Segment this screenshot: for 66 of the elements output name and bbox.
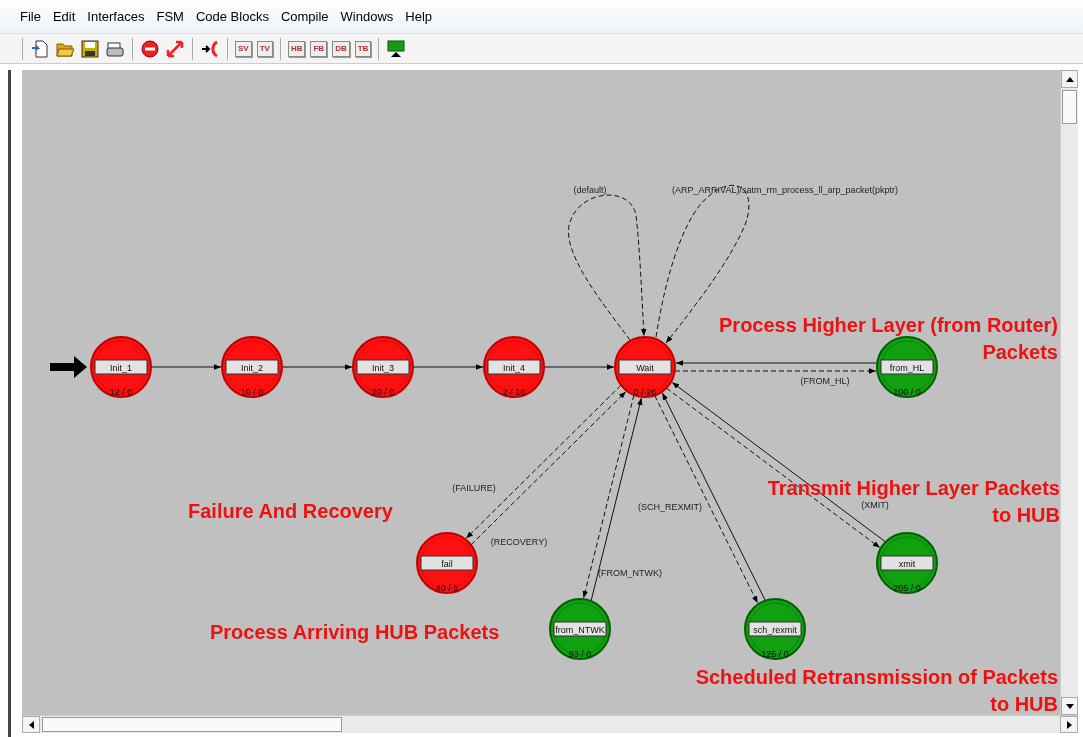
state-label: fail [441, 558, 453, 569]
state-counts: 12 / 0 [109, 387, 133, 397]
state-counts: 125 / 0 [761, 649, 789, 659]
state-counts: 2 / 16 [502, 387, 526, 397]
right-triangle-icon [1066, 720, 1072, 729]
scroll-left-button[interactable] [22, 716, 40, 733]
stop-icon[interactable] [140, 38, 160, 59]
code-block-button[interactable]: SV [235, 40, 252, 57]
menu-item[interactable]: Windows [334, 7, 400, 26]
state-label: Init_3 [372, 362, 394, 373]
code-block-button[interactable]: TV [256, 40, 273, 57]
annotation-text: Failure And Recovery [188, 500, 393, 522]
code-block-button[interactable]: HB [287, 40, 306, 57]
save-icon[interactable] [80, 38, 100, 59]
code-block-button[interactable]: TB [354, 40, 372, 57]
annotation-text: to HUB [990, 693, 1058, 715]
annotation-text: Process Higher Layer (from Router) [719, 314, 1058, 336]
down-triangle-icon [1065, 703, 1074, 709]
state-counts: 100 / 0 [893, 387, 921, 397]
state-label: Init_2 [241, 362, 263, 373]
left-triangle-icon [28, 720, 34, 729]
state-label: Init_1 [110, 362, 132, 373]
menu-item[interactable]: Code Blocks [189, 7, 275, 26]
state-label: xmit [898, 558, 916, 569]
transition-label: (ARP_ARRIVAL)/satm_rm_process_ll_arp_packet(pkptr) [672, 185, 898, 195]
scrollbar-thumb[interactable] [42, 717, 342, 732]
state-counts: 20 / 0 [371, 387, 395, 397]
menu-item[interactable]: Compile [274, 7, 335, 26]
annotation-text: Process Arriving HUB Packets [210, 621, 500, 643]
scrollbar-thumb[interactable] [1062, 90, 1077, 124]
state-counts: 0 / 26 [633, 387, 657, 397]
up-triangle-icon [1065, 76, 1074, 82]
state-counts: 93 / 0 [568, 649, 592, 659]
menu-item[interactable]: Help [399, 7, 439, 26]
menu-item[interactable]: File [14, 7, 47, 26]
menu-item[interactable]: Interfaces [81, 7, 151, 26]
annotation-text: Packets [982, 341, 1058, 363]
code-block-button[interactable]: FB [310, 40, 328, 57]
new-document-icon[interactable] [30, 38, 50, 59]
state-label: Wait [636, 362, 654, 373]
state-label: from_NTWK [555, 624, 605, 635]
state-counts: 205 / 0 [893, 583, 921, 593]
diagonal-arrows-icon[interactable] [165, 38, 185, 59]
transition-label: (RECOVERY) [490, 537, 548, 547]
code-block-button[interactable]: DB [332, 40, 350, 57]
state-counts: 40 / 5 [435, 583, 459, 593]
menu-item[interactable]: FSM [150, 7, 190, 26]
annotation-text: to HUB [992, 504, 1060, 526]
scroll-right-button[interactable] [1060, 716, 1078, 733]
initial-state-arrow [50, 356, 87, 378]
annotation-text: Scheduled Retransmission of Packets [695, 666, 1058, 688]
arrow-into-state-icon[interactable] [200, 38, 220, 59]
transition-label: (FROM_NTWK) [598, 568, 662, 578]
transition-label: (XMIT) [861, 500, 889, 510]
state-label: from_HL [889, 362, 925, 373]
scroll-up-button[interactable] [1061, 70, 1078, 88]
transition-label: (FAILURE) [452, 483, 496, 493]
state-counts: 10 / 0 [240, 387, 264, 397]
transition-label: (default) [573, 185, 607, 195]
scroll-down-button[interactable] [1061, 697, 1078, 715]
menu-item[interactable]: Edit [46, 7, 82, 26]
state-label: Init_4 [503, 362, 525, 373]
monitor-icon[interactable] [386, 38, 407, 59]
transition-label: (FROM_HL) [800, 376, 850, 386]
state-label: sch_rexmit [753, 624, 797, 635]
transition-label: (SCH_REXMIT) [638, 502, 702, 512]
